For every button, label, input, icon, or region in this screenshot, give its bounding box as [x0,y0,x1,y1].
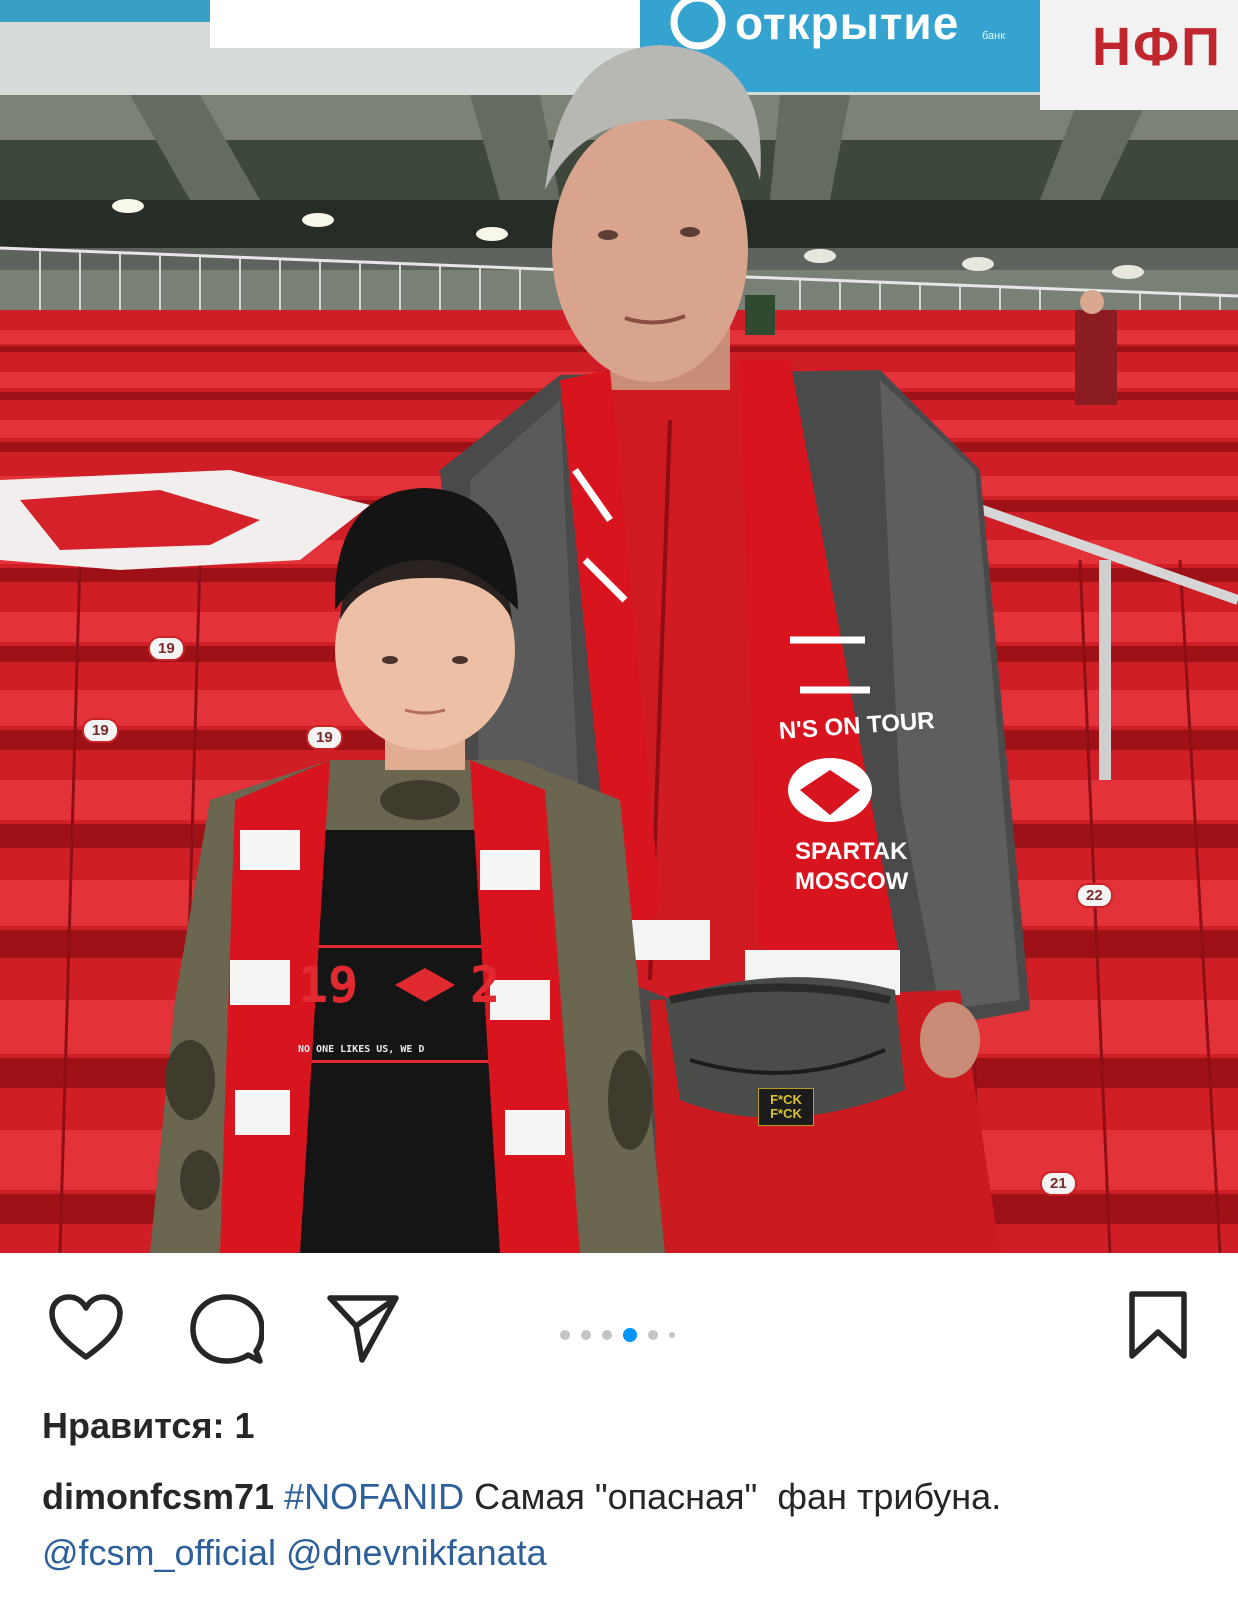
caption-mention[interactable]: @fcsm_official [42,1532,276,1573]
carousel-indicator [560,1323,686,1347]
carousel-dot [602,1330,612,1340]
like-button[interactable] [48,1293,124,1368]
banner-otkritie-sub: банк [982,30,1006,42]
comment-bubble-icon [190,1294,265,1364]
seat-number: 19 [82,718,119,743]
caption-username[interactable]: dimonfcsm71 [42,1476,274,1517]
caption-text: Самая "опасная" фан трибуна. [464,1476,1002,1517]
carousel-dot [669,1332,675,1338]
shirt-year-left: 19 [298,956,359,1014]
comment-button[interactable] [190,1293,265,1372]
scarf-text-moscow: MOSCOW [795,868,909,895]
scarf-text-spartak: SPARTAK [795,838,908,865]
shirt-slogan: NO ONE LIKES US, WE D [298,1044,425,1055]
paper-plane-icon [327,1295,399,1363]
banner-otkritie: открытие [735,0,960,49]
stadium-scene [0,0,1238,1253]
heart-icon [49,1294,123,1360]
banner-nfp: НФП [1092,17,1222,77]
seat-number: 19 [148,636,185,661]
seat-number: 22 [1076,883,1113,908]
seat-number: 19 [306,725,343,750]
carousel-dot-active [623,1328,637,1342]
post-action-bar [0,1253,1238,1373]
seat-number: 21 [1040,1171,1077,1196]
bookmark-icon [1129,1291,1187,1359]
bag-label: F*CK F*CK [758,1088,814,1126]
share-button[interactable] [326,1290,400,1369]
caption-mention[interactable]: @dnevnikfanata [286,1532,547,1573]
save-button[interactable] [1126,1290,1190,1367]
carousel-dot [560,1330,570,1340]
carousel-dot [648,1330,658,1340]
caption-hashtag[interactable]: #NOFANID [284,1476,464,1517]
post-photo[interactable]: открытие банк НФП 19 19 19 22 21 19 2 NO… [0,0,1238,1253]
likes-count[interactable]: Нравится: 1 [42,1405,254,1447]
post-caption: dimonfcsm71 #NOFANID Самая "опасная" фан… [42,1469,1222,1581]
carousel-dot [581,1330,591,1340]
shirt-year-right: 2 [470,956,501,1014]
